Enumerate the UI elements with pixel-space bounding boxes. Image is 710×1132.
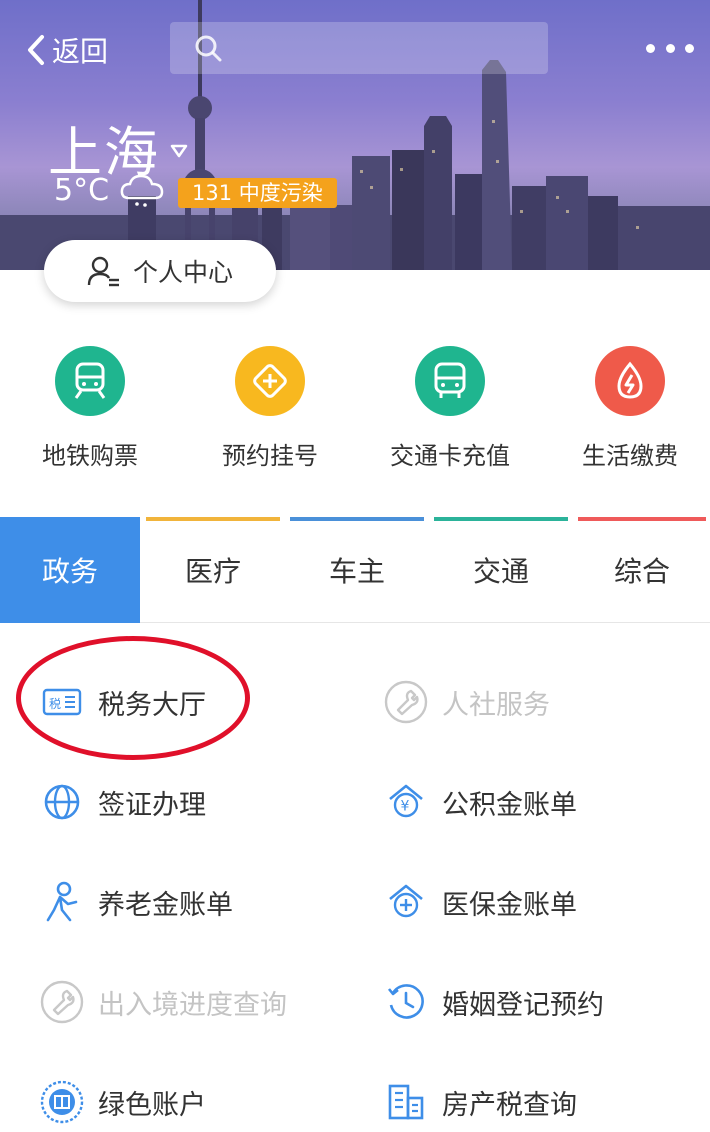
service-property-tax[interactable]: 房产税查询 xyxy=(384,1080,577,1124)
service-label: 房产税查询 xyxy=(442,1089,577,1121)
wrench-icon xyxy=(384,680,428,724)
quick-service-transit-card[interactable]: 交通卡充值 xyxy=(360,346,540,471)
tab-medical[interactable]: 医疗 xyxy=(142,517,284,623)
triangle-down-icon xyxy=(170,144,188,157)
personal-center-button[interactable]: 个人中心 xyxy=(44,240,276,302)
tab-color-bar xyxy=(290,517,424,521)
green-badge-icon xyxy=(40,1080,84,1124)
quick-service-subway[interactable]: 地铁购票 xyxy=(0,346,180,471)
personal-center-label: 个人中心 xyxy=(132,258,233,287)
cloud-snow-icon xyxy=(120,174,164,207)
service-green-account[interactable]: 绿色账户 xyxy=(40,1080,206,1124)
tab-government[interactable]: 政务 xyxy=(0,517,140,623)
bus-icon xyxy=(415,346,485,416)
temperature: 5°C xyxy=(54,172,110,208)
wrench-icon xyxy=(40,980,84,1024)
clock-history-icon xyxy=(384,980,428,1024)
service-label: 医保金账单 xyxy=(442,889,577,921)
tab-label: 车主 xyxy=(328,555,385,588)
dot-icon xyxy=(685,43,694,53)
service-label: 婚姻登记预约 xyxy=(442,989,604,1021)
tab-label: 医疗 xyxy=(184,555,241,588)
tab-traffic[interactable]: 交通 xyxy=(430,517,572,623)
service-medical-insurance[interactable]: 医保金账单 xyxy=(384,880,577,924)
quick-service-label: 生活缴费 xyxy=(582,442,678,470)
service-pension[interactable]: 养老金账单 xyxy=(40,880,233,924)
service-visa[interactable]: 签证办理 xyxy=(40,780,206,824)
elderly-person-icon xyxy=(40,880,84,924)
service-tax-hall[interactable]: 税 税务大厅 xyxy=(40,680,206,724)
service-housing-fund[interactable]: ¥ 公积金账单 xyxy=(384,780,577,824)
more-options-button[interactable] xyxy=(646,38,694,58)
quick-service-label: 预约挂号 xyxy=(222,442,318,470)
service-label: 税务大厅 xyxy=(98,689,206,721)
user-profile-icon xyxy=(87,256,119,287)
tab-color-bar xyxy=(578,517,706,521)
globe-icon xyxy=(40,780,84,824)
chevron-left-icon xyxy=(28,35,44,65)
lightning-icon xyxy=(595,346,665,416)
service-marriage-registration[interactable]: 婚姻登记预约 xyxy=(384,980,604,1024)
tab-label: 综合 xyxy=(613,555,670,588)
quick-service-label: 地铁购票 xyxy=(42,442,138,470)
service-exit-entry-progress[interactable]: 出入境进度查询 xyxy=(40,980,287,1024)
service-label: 签证办理 xyxy=(98,789,206,821)
quick-service-utilities[interactable]: 生活缴费 xyxy=(540,346,710,471)
weather-info: 5°C xyxy=(54,172,165,208)
dot-icon xyxy=(665,43,675,53)
house-yuan-icon: ¥ xyxy=(384,780,428,824)
tab-car-owner[interactable]: 车主 xyxy=(286,517,428,623)
air-quality-badge: 131 中度污染 xyxy=(178,178,337,208)
tab-general[interactable]: 综合 xyxy=(574,517,710,623)
tax-icon: 税 xyxy=(40,680,84,724)
svg-text:税: 税 xyxy=(49,697,61,711)
category-tabs: 政务 医疗 车主 交通 综合 xyxy=(0,517,710,623)
medical-cross-icon xyxy=(235,346,305,416)
dot-icon xyxy=(646,43,655,53)
search-input[interactable] xyxy=(170,22,548,74)
back-button[interactable]: 返回 xyxy=(26,28,108,72)
building-icon xyxy=(384,1080,428,1124)
tab-color-bar xyxy=(434,517,568,521)
tab-label: 政务 xyxy=(41,555,98,588)
service-label: 绿色账户 xyxy=(98,1089,206,1121)
search-icon xyxy=(195,35,222,62)
service-label: 出入境进度查询 xyxy=(98,989,287,1021)
tab-label: 交通 xyxy=(472,555,529,588)
subway-icon xyxy=(55,346,125,416)
back-label: 返回 xyxy=(52,35,109,68)
service-social-security[interactable]: 人社服务 xyxy=(384,680,550,724)
service-label: 养老金账单 xyxy=(98,889,233,921)
service-label: 公积金账单 xyxy=(442,789,577,821)
header-banner: 返回 上海 5°C 131 中度污染 xyxy=(0,0,710,270)
tab-color-bar xyxy=(146,517,280,521)
svg-text:¥: ¥ xyxy=(401,799,410,815)
service-label: 人社服务 xyxy=(442,689,550,721)
house-medical-icon xyxy=(384,880,428,924)
quick-service-appointment[interactable]: 预约挂号 xyxy=(180,346,360,471)
quick-services: 地铁购票 预约挂号 交通卡充值 生活缴费 xyxy=(0,346,710,470)
quick-service-label: 交通卡充值 xyxy=(390,442,510,470)
